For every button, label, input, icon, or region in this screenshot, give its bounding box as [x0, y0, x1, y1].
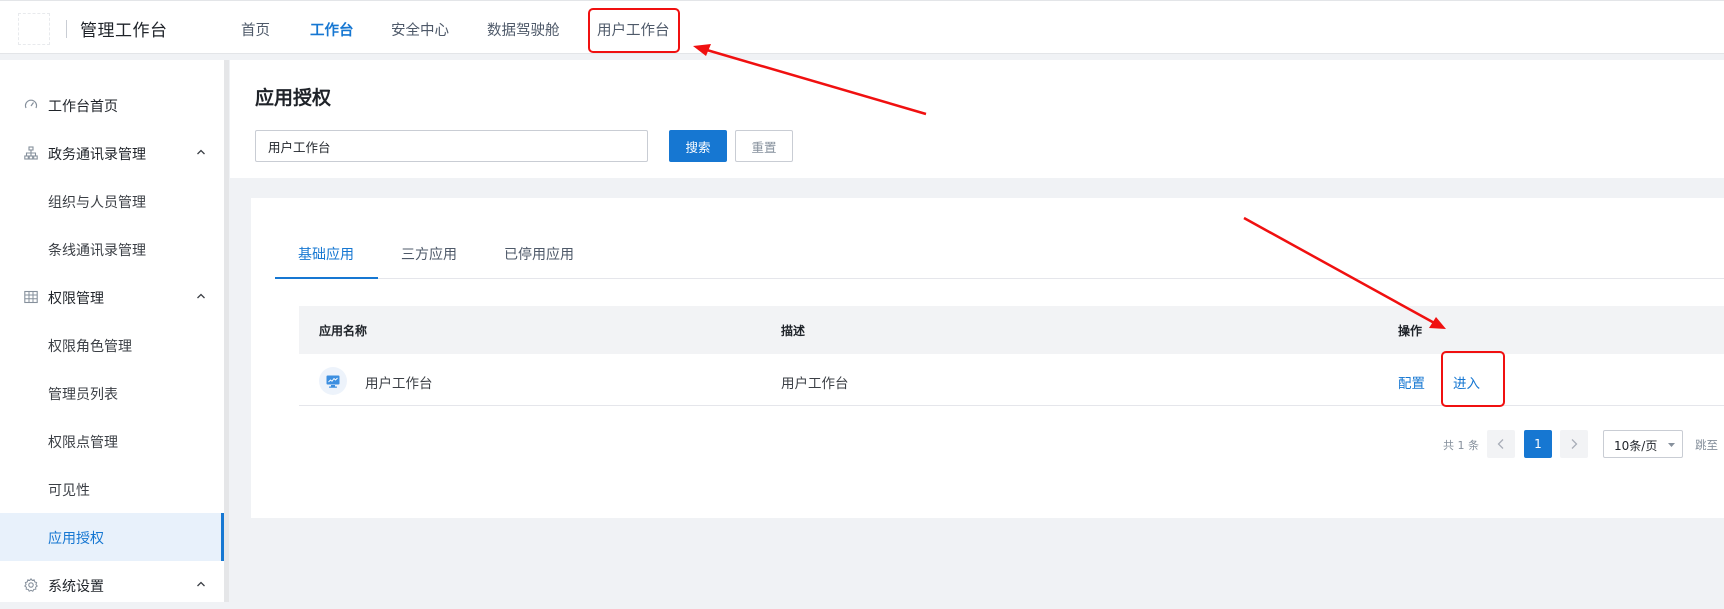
- chevron-up-icon: [197, 293, 205, 299]
- sidebar-item-app-authorization[interactable]: 应用授权: [0, 513, 224, 561]
- prev-page-button[interactable]: [1487, 430, 1515, 458]
- sidebar-scrollbar[interactable]: [224, 60, 229, 602]
- logo: [18, 13, 50, 45]
- nav-workbench[interactable]: 工作台: [310, 19, 354, 40]
- page-title: 应用授权: [255, 87, 332, 109]
- table-grid-icon: [24, 290, 38, 304]
- caret-down-icon: [1668, 443, 1675, 447]
- monitor-icon: [326, 375, 340, 388]
- chevron-up-icon: [197, 581, 205, 587]
- nav-security-center[interactable]: 安全中心: [391, 19, 449, 40]
- tab-active-indicator: [275, 277, 378, 279]
- top-bar: 管理工作台 首页 工作台 安全中心 数据驾驶舱 用户工作台: [0, 0, 1724, 54]
- page-number-current[interactable]: 1: [1524, 430, 1552, 458]
- page-size-value: 10条/页: [1614, 439, 1658, 453]
- tab-disabled-apps[interactable]: 已停用应用: [504, 244, 574, 264]
- sidebar-item-line-contacts[interactable]: 条线通讯录管理: [0, 225, 224, 273]
- sidebar-item-label: 应用授权: [48, 531, 104, 547]
- sidebar-item-label: 权限角色管理: [48, 339, 132, 355]
- pagination-total: 共 1 条: [1443, 439, 1479, 452]
- nav-home[interactable]: 首页: [241, 19, 270, 40]
- app-name-cell: 用户工作台: [365, 376, 433, 392]
- gauge-icon: [24, 99, 38, 109]
- tab-third-party-apps[interactable]: 三方应用: [401, 244, 457, 264]
- sidebar-item-label: 条线通讯录管理: [48, 243, 146, 259]
- sidebar: 工作台首页 政务通讯录管理 组织与人员管理 条线通讯录管理 权限管理 权限角色管…: [0, 60, 224, 602]
- nav-data-cockpit[interactable]: 数据驾驶舱: [487, 19, 560, 40]
- annotation-highlight-box: [1441, 351, 1505, 407]
- sidebar-item-permission-points[interactable]: 权限点管理: [0, 417, 224, 465]
- chevron-up-icon: [197, 149, 205, 155]
- sidebar-item-label: 权限点管理: [48, 435, 118, 451]
- chevron-right-icon: [1571, 439, 1578, 449]
- column-header-actions: 操作: [1398, 324, 1423, 338]
- chevron-left-icon: [1497, 439, 1504, 449]
- sidebar-item-role-management[interactable]: 权限角色管理: [0, 321, 224, 369]
- sidebar-item-label: 管理员列表: [48, 387, 118, 403]
- search-input[interactable]: [255, 130, 648, 162]
- table-header: [299, 306, 1724, 354]
- sidebar-item-label: 政务通讯录管理: [48, 147, 146, 163]
- sidebar-item-label: 权限管理: [48, 291, 104, 307]
- sidebar-item-gov-contacts[interactable]: 政务通讯录管理: [0, 129, 224, 177]
- sidebar-item-visibility[interactable]: 可见性: [0, 465, 224, 513]
- page-size-select[interactable]: 10条/页: [1603, 430, 1683, 458]
- reset-button[interactable]: 重置: [735, 130, 793, 162]
- sidebar-item-label: 工作台首页: [48, 99, 118, 115]
- sidebar-item-label: 组织与人员管理: [48, 195, 146, 211]
- app-icon: [319, 367, 347, 395]
- sidebar-item-admin-list[interactable]: 管理员列表: [0, 369, 224, 417]
- gear-icon: [24, 578, 38, 592]
- sidebar-item-workbench-home[interactable]: 工作台首页: [0, 81, 224, 129]
- sidebar-item-permissions[interactable]: 权限管理: [0, 273, 224, 321]
- description-cell: 用户工作台: [781, 376, 849, 392]
- search-button[interactable]: 搜索: [669, 130, 727, 162]
- sidebar-item-org-people[interactable]: 组织与人员管理: [0, 177, 224, 225]
- tab-divider: [275, 278, 1724, 279]
- column-header-app-name: 应用名称: [319, 324, 368, 338]
- column-header-description: 描述: [781, 324, 806, 338]
- sidebar-item-label: 系统设置: [48, 579, 104, 595]
- sidebar-item-label: 可见性: [48, 483, 90, 499]
- app-title: 管理工作台: [80, 21, 168, 41]
- tab-basic-apps[interactable]: 基础应用: [298, 244, 354, 264]
- divider: [66, 20, 67, 38]
- configure-link[interactable]: 配置: [1398, 372, 1425, 392]
- next-page-button[interactable]: [1560, 430, 1588, 458]
- table-row: [299, 354, 1724, 406]
- annotation-highlight-box: [588, 8, 680, 53]
- org-tree-icon: [24, 146, 38, 160]
- pagination-jump-label: 跳至: [1695, 438, 1718, 452]
